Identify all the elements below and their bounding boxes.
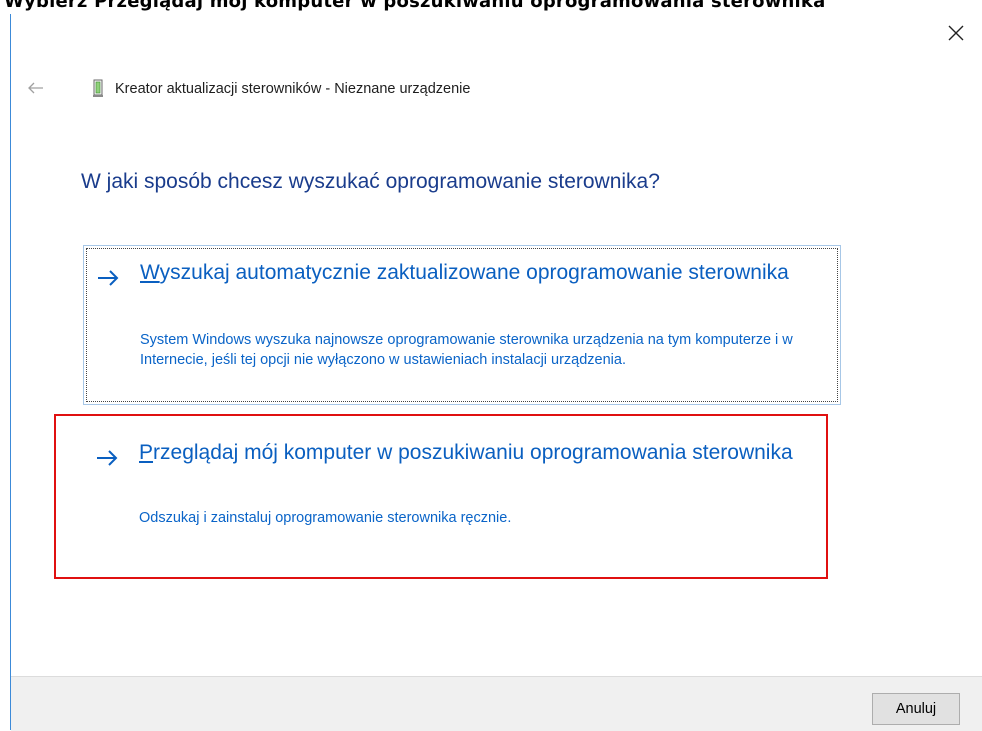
device-icon bbox=[93, 79, 103, 97]
option-description: System Windows wyszuka najnowsze oprogra… bbox=[140, 332, 793, 368]
arrow-right-icon bbox=[98, 270, 119, 286]
cancel-button[interactable]: Anuluj bbox=[872, 693, 960, 725]
search-automatically-option[interactable]: Wyszukaj automatycznie zaktualizowane op… bbox=[83, 245, 841, 405]
access-key: W bbox=[140, 261, 160, 284]
close-button[interactable] bbox=[936, 14, 976, 52]
back-arrow-icon bbox=[28, 82, 43, 94]
page-question: W jaki sposób chcesz wyszukać oprogramow… bbox=[81, 170, 660, 193]
option-description: Odszukaj i zainstaluj oprogramowanie ste… bbox=[139, 510, 512, 526]
dialog-window: Kreator aktualizacji sterowników - Niezn… bbox=[10, 14, 982, 730]
option-title: Przeglądaj mój komputer w poszukiwaniu o… bbox=[139, 438, 829, 467]
option-title-text: yszukaj automatycznie zaktualizowane opr… bbox=[159, 261, 789, 284]
option-title-text: rzeglądaj mój komputer w poszukiwaniu op… bbox=[153, 441, 793, 464]
back-button[interactable] bbox=[25, 78, 47, 98]
access-key: P bbox=[139, 441, 154, 464]
option-title: Wyszukaj automatycznie zaktualizowane op… bbox=[140, 258, 820, 287]
caption-text: Wybierz Przeglądaj mój komputer w poszuk… bbox=[4, 0, 826, 12]
dialog-footer: Anuluj bbox=[11, 676, 982, 731]
wizard-title: Kreator aktualizacji sterowników - Niezn… bbox=[115, 81, 471, 97]
browse-computer-option[interactable]: Przeglądaj mój komputer w poszukiwaniu o… bbox=[83, 414, 841, 574]
close-icon bbox=[948, 25, 964, 41]
caption-strip: Wybierz Przeglądaj mój komputer w poszuk… bbox=[0, 0, 982, 14]
arrow-right-icon bbox=[97, 450, 118, 466]
